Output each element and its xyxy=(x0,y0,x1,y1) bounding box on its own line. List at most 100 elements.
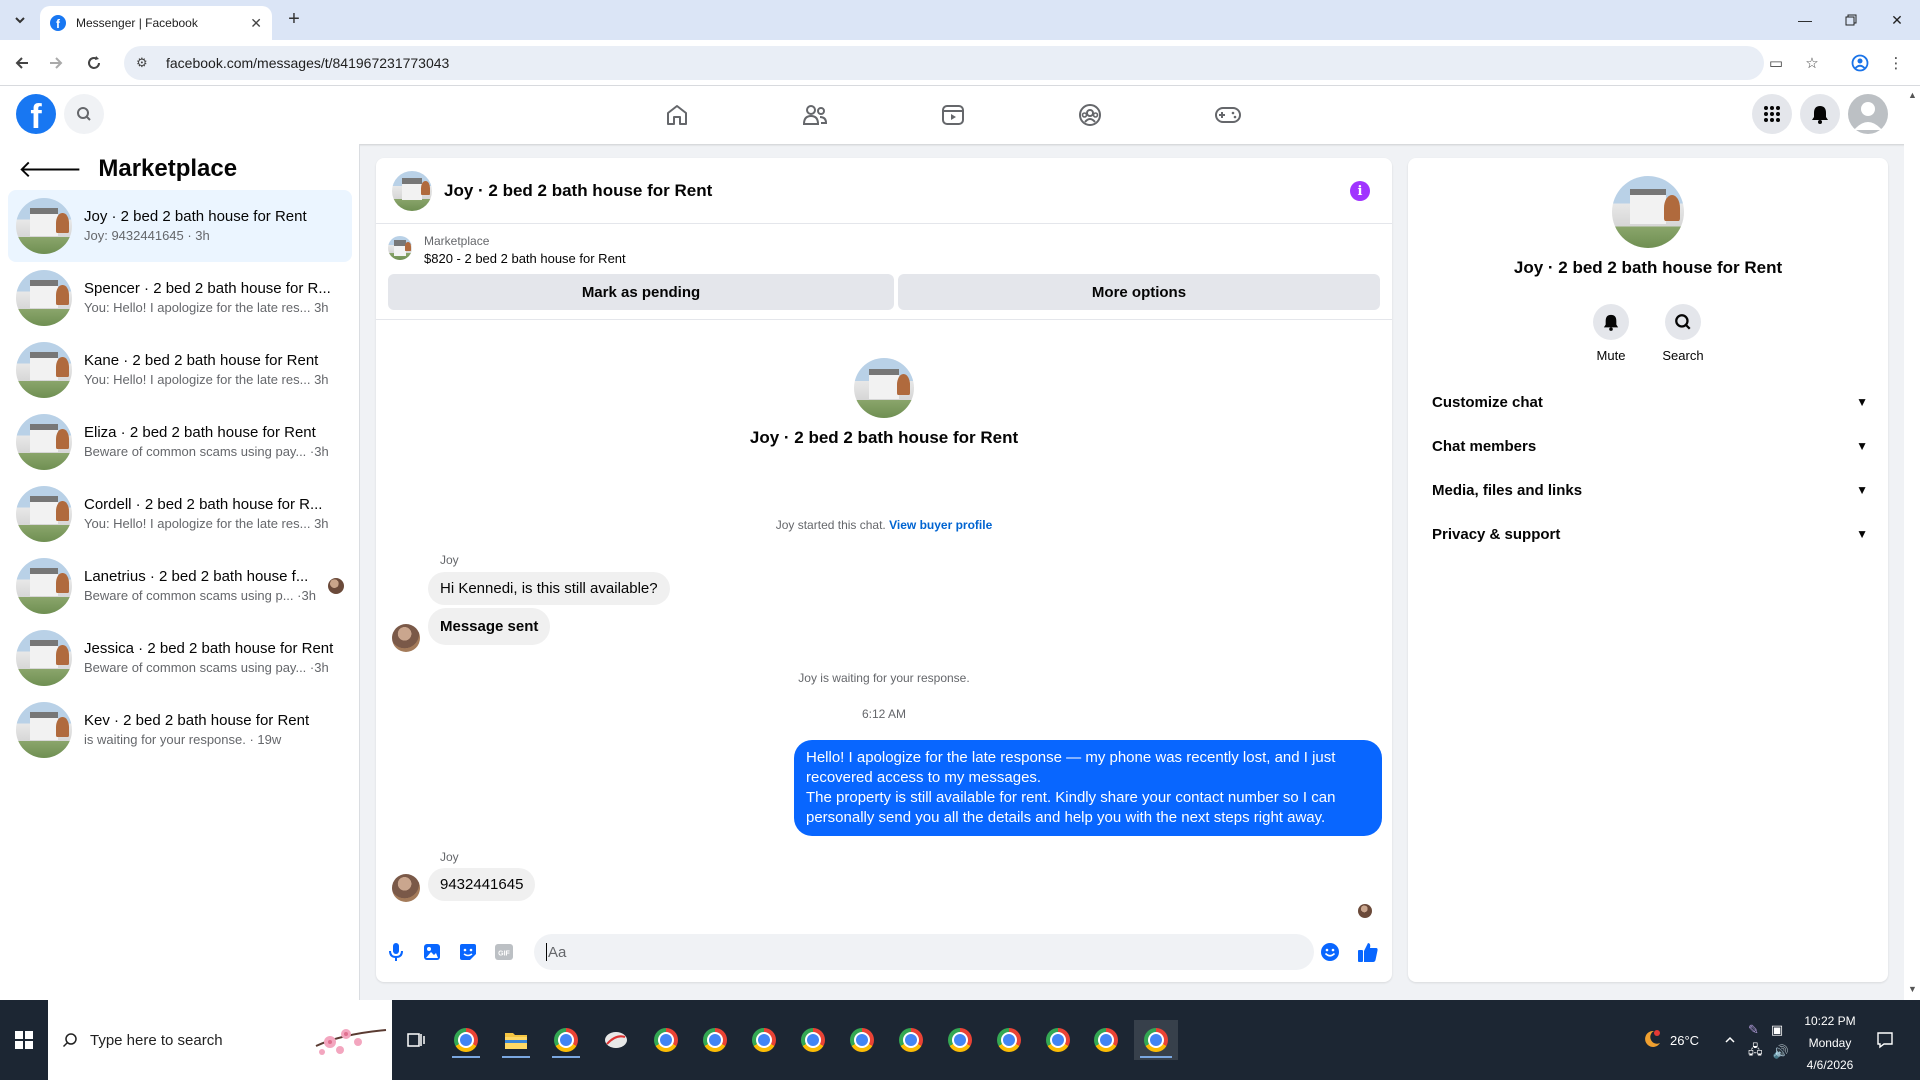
thumbs-up-icon[interactable] xyxy=(1356,940,1380,964)
section-chat-members[interactable]: Chat members ▼ xyxy=(1424,424,1872,468)
volume-icon[interactable]: 🔊 xyxy=(1773,1044,1789,1060)
grid-menu-icon xyxy=(1764,106,1780,122)
chrome-window-icon[interactable] xyxy=(940,1020,980,1060)
sticker-icon[interactable] xyxy=(456,940,480,964)
chat-item-cordell[interactable]: Cordell · 2 bed 2 bath house for R... Yo… xyxy=(8,478,352,550)
listing-thumbnail-small[interactable] xyxy=(388,236,412,260)
incoming-message[interactable]: Hi Kennedi, is this still available? xyxy=(428,572,670,605)
chat-item-kane[interactable]: Kane · 2 bed 2 bath house for Rent You: … xyxy=(8,334,352,406)
nav-video[interactable] xyxy=(897,86,1009,144)
task-view-icon[interactable] xyxy=(396,1020,436,1060)
section-customize-chat[interactable]: Customize chat ▼ xyxy=(1424,380,1872,424)
reload-button[interactable] xyxy=(82,51,106,75)
profile-icon[interactable] xyxy=(1848,51,1872,75)
show-hidden-icons-button[interactable] xyxy=(1724,1000,1736,1080)
chrome-window-icon[interactable] xyxy=(793,1020,833,1060)
start-button[interactable] xyxy=(0,1000,48,1080)
chrome-window-icon[interactable] xyxy=(989,1020,1029,1060)
chrome-menu-icon[interactable]: ⋮ xyxy=(1884,51,1908,75)
chat-item-kev[interactable]: Kev · 2 bed 2 bath house for Rent is wai… xyxy=(8,694,352,766)
back-arrow-icon[interactable]: 🡐 xyxy=(18,154,82,184)
close-window-button[interactable]: ✕ xyxy=(1874,0,1920,40)
chrome-window-icon[interactable] xyxy=(646,1020,686,1060)
chat-item-spencer[interactable]: Spencer · 2 bed 2 bath house for R... Yo… xyxy=(8,262,352,334)
more-options-button[interactable]: More options xyxy=(898,274,1380,310)
conversation-title[interactable]: Joy · 2 bed 2 bath house for Rent xyxy=(444,181,712,201)
listing-thumbnail xyxy=(16,342,72,398)
nav-home[interactable] xyxy=(621,86,733,144)
app-taskbar-icon[interactable] xyxy=(596,1020,636,1060)
search-in-chat-button[interactable]: Search xyxy=(1643,304,1723,363)
back-button[interactable] xyxy=(10,51,34,75)
listing-title[interactable]: $820 - 2 bed 2 bath house for Rent xyxy=(424,251,626,266)
incoming-message[interactable]: 9432441645 xyxy=(428,868,536,901)
weather-widget[interactable]: 26°C xyxy=(1640,1000,1699,1080)
photo-icon[interactable] xyxy=(420,940,444,964)
facebook-logo-icon[interactable]: f xyxy=(16,94,56,134)
chat-time: 3h xyxy=(314,372,329,387)
bookmark-star-icon[interactable]: ☆ xyxy=(1800,51,1824,75)
menu-button[interactable] xyxy=(1752,94,1792,134)
notification-center-button[interactable] xyxy=(1876,1000,1894,1080)
microphone-icon[interactable] xyxy=(384,940,408,964)
network-icon[interactable]: 🖧 xyxy=(1748,1041,1763,1063)
chat-item-joy[interactable]: Joy · 2 bed 2 bath house for Rent Joy: 9… xyxy=(8,190,352,262)
chrome-window-icon[interactable] xyxy=(744,1020,784,1060)
mark-as-pending-button[interactable]: Mark as pending xyxy=(388,274,894,310)
chrome-active-window-icon[interactable] xyxy=(1134,1020,1178,1060)
chrome-profile-taskbar-icon[interactable] xyxy=(546,1020,586,1060)
file-explorer-icon[interactable] xyxy=(496,1020,536,1060)
browser-tab-strip: f Messenger | Facebook ✕ + — ✕ xyxy=(0,0,1920,40)
chat-item-jessica[interactable]: Jessica · 2 bed 2 bath house for Rent Be… xyxy=(8,622,352,694)
scroll-down-icon[interactable]: ▼ xyxy=(1908,984,1917,994)
mute-button[interactable]: Mute xyxy=(1571,304,1651,363)
chrome-window-icon[interactable] xyxy=(891,1020,931,1060)
windows-taskbar: Type here to search 26°C ✎ ▣ 🖧 🔊 10:22 P… xyxy=(0,1000,1920,1080)
site-info-icon[interactable]: ⚙ xyxy=(136,55,154,71)
sender-avatar[interactable] xyxy=(392,874,420,902)
gif-icon[interactable]: GIF xyxy=(492,940,516,964)
sender-avatar[interactable] xyxy=(392,624,420,652)
chrome-window-icon[interactable] xyxy=(1086,1020,1126,1060)
close-tab-icon[interactable]: ✕ xyxy=(250,15,262,32)
chat-item-eliza[interactable]: Eliza · 2 bed 2 bath house for Rent Bewa… xyxy=(8,406,352,478)
nav-friends[interactable] xyxy=(759,86,871,144)
new-tab-button[interactable]: + xyxy=(282,8,306,32)
emoji-icon[interactable] xyxy=(1318,940,1342,964)
forward-button[interactable] xyxy=(44,51,68,75)
facebook-search-button[interactable] xyxy=(64,94,104,134)
taskbar-clock[interactable]: 10:22 PM Monday 4/6/2026 xyxy=(1792,1010,1868,1076)
account-avatar[interactable] xyxy=(1848,94,1888,134)
nav-groups[interactable] xyxy=(1034,86,1146,144)
taskbar-search-box[interactable]: Type here to search xyxy=(48,1000,392,1080)
outgoing-message[interactable]: Hello! I apologize for the late response… xyxy=(794,740,1382,836)
install-app-icon[interactable]: ▭ xyxy=(1764,51,1788,75)
chat-item-lanetrius[interactable]: Lanetrius · 2 bed 2 bath house f... Bewa… xyxy=(8,550,352,622)
moon-cloud-icon xyxy=(1645,1030,1660,1047)
message-input[interactable]: Aa xyxy=(534,934,1314,970)
view-buyer-profile-link[interactable]: View buyer profile xyxy=(889,518,992,532)
scroll-up-icon[interactable]: ▲ xyxy=(1908,90,1917,100)
incoming-message[interactable]: Message sent xyxy=(428,608,551,645)
minimize-button[interactable]: — xyxy=(1782,0,1828,40)
tab-search-button[interactable] xyxy=(8,8,32,32)
search-icon xyxy=(1675,314,1691,330)
browser-tab-messenger[interactable]: f Messenger | Facebook ✕ xyxy=(40,6,272,40)
chat-name: Spencer · 2 bed 2 bath house for R... xyxy=(84,280,331,297)
chat-name: Kane · 2 bed 2 bath house for Rent xyxy=(84,352,319,369)
restore-button[interactable] xyxy=(1828,0,1874,40)
chrome-window-icon[interactable] xyxy=(842,1020,882,1060)
section-label: Media, files and links xyxy=(1432,481,1583,499)
notifications-button[interactable] xyxy=(1800,94,1840,134)
chrome-window-icon[interactable] xyxy=(695,1020,735,1060)
info-icon[interactable]: i xyxy=(1350,181,1370,201)
section-media-files-links[interactable]: Media, files and links ▼ xyxy=(1424,468,1872,512)
chrome-window-icon[interactable] xyxy=(1038,1020,1078,1060)
conversation-avatar[interactable] xyxy=(392,170,432,211)
chevron-up-icon xyxy=(1725,1036,1735,1043)
page-scrollbar[interactable]: ▲ ▼ xyxy=(1904,86,1920,1000)
address-bar[interactable]: ⚙ facebook.com/messages/t/84196723177304… xyxy=(124,46,1764,80)
nav-gaming[interactable] xyxy=(1172,86,1284,144)
chrome-taskbar-icon[interactable] xyxy=(446,1020,486,1060)
section-privacy-support[interactable]: Privacy & support ▼ xyxy=(1424,512,1872,556)
